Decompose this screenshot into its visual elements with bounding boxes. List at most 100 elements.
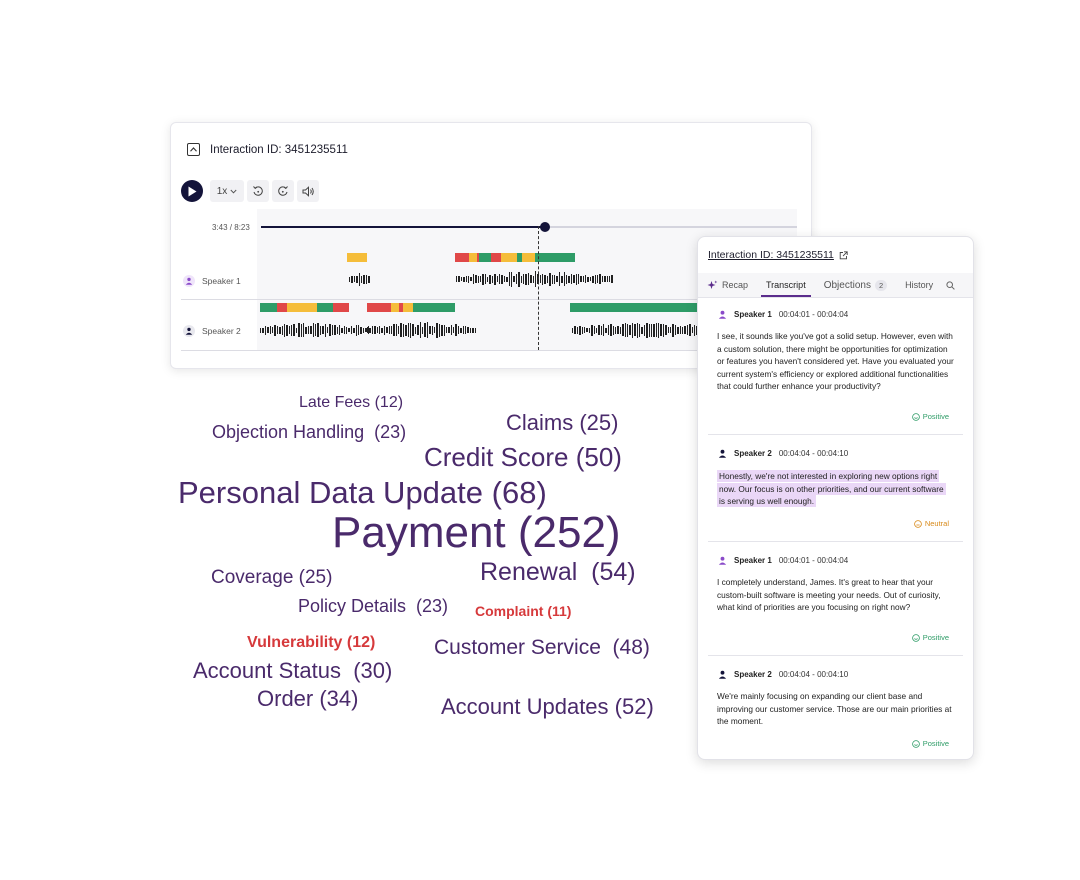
waveform-bar bbox=[334, 325, 336, 335]
sentiment-segment[interactable] bbox=[469, 253, 477, 262]
waveform-bar bbox=[371, 326, 374, 334]
sentiment-segment[interactable] bbox=[347, 253, 367, 262]
waveform-bar bbox=[279, 326, 281, 334]
sentiment-segment[interactable] bbox=[367, 303, 391, 312]
topic-word[interactable]: Objection Handling (23) bbox=[212, 423, 406, 441]
topic-word[interactable]: Coverage (25) bbox=[211, 568, 332, 587]
waveform-bar bbox=[365, 274, 368, 284]
waveform-bar bbox=[534, 271, 537, 287]
sentiment-indicator: Neutral bbox=[914, 519, 949, 528]
waveform-bar bbox=[360, 326, 362, 334]
collapse-button[interactable] bbox=[187, 143, 200, 156]
tab-objections[interactable]: Objections 2 bbox=[815, 273, 896, 297]
waveform-bar bbox=[457, 326, 460, 334]
sentiment-segment[interactable] bbox=[479, 253, 491, 262]
speaker-1-waveform bbox=[349, 271, 370, 287]
waveform-bar bbox=[583, 327, 586, 333]
waveform-bar bbox=[609, 276, 611, 282]
sentiment-segment[interactable] bbox=[413, 303, 455, 312]
waveform-bar bbox=[368, 275, 370, 283]
waveform-bar bbox=[549, 272, 551, 286]
forward-button[interactable] bbox=[272, 180, 294, 202]
topic-word-alert[interactable]: Vulnerability (12) bbox=[247, 635, 375, 651]
topic-word[interactable]: Payment (252) bbox=[332, 511, 621, 555]
waveform-bar bbox=[626, 323, 629, 337]
topic-word[interactable]: Account Updates (52) bbox=[441, 696, 654, 718]
sentiment-segment[interactable] bbox=[391, 303, 399, 312]
sentiment-segment[interactable] bbox=[491, 253, 501, 262]
panel-title: Interaction ID: 3451235511 bbox=[708, 249, 834, 261]
topic-word-alert[interactable]: Complaint (11) bbox=[475, 604, 571, 618]
waveform-bar bbox=[586, 328, 588, 332]
topic-word[interactable]: Late Fees (12) bbox=[299, 395, 403, 411]
waveform-bar bbox=[363, 274, 365, 284]
waveform-bar bbox=[619, 326, 622, 334]
sentiment-segment[interactable] bbox=[277, 303, 287, 312]
waveform-bar bbox=[362, 327, 365, 333]
waveform-bar bbox=[438, 323, 441, 337]
waveform-bar bbox=[353, 327, 355, 333]
play-button[interactable] bbox=[181, 180, 203, 202]
waveform-bar bbox=[436, 322, 438, 338]
tab-recap[interactable]: Recap bbox=[698, 273, 757, 297]
waveform-bar bbox=[319, 325, 322, 335]
volume-button[interactable] bbox=[297, 180, 319, 202]
message-speaker: Speaker 1 bbox=[734, 556, 772, 565]
waveform-bar bbox=[356, 275, 358, 283]
sentiment-segment[interactable] bbox=[333, 303, 349, 312]
panel-title-link[interactable]: Interaction ID: 3451235511 bbox=[708, 249, 848, 261]
topic-word[interactable]: Account Status (30) bbox=[193, 660, 392, 682]
topic-word[interactable]: Credit Score (50) bbox=[424, 444, 622, 470]
waveform-bar bbox=[681, 326, 684, 334]
sentiment-segment[interactable] bbox=[287, 303, 317, 312]
sentiment-segment[interactable] bbox=[455, 253, 469, 262]
sentiment-segment[interactable] bbox=[522, 253, 535, 262]
topic-word[interactable]: Policy Details (23) bbox=[298, 597, 448, 615]
waveform-bar bbox=[463, 276, 465, 282]
tab-history[interactable]: History bbox=[896, 273, 942, 297]
search-button[interactable] bbox=[942, 273, 959, 297]
sentiment-segment[interactable] bbox=[260, 303, 277, 312]
topic-word[interactable]: Claims (25) bbox=[506, 412, 618, 434]
waveform-bar bbox=[643, 324, 646, 336]
sentiment-segment[interactable] bbox=[317, 303, 333, 312]
waveform-bar bbox=[421, 326, 424, 334]
topic-word[interactable]: Renewal (54) bbox=[480, 560, 636, 585]
sentiment-segment[interactable] bbox=[501, 253, 517, 262]
waveform-bar bbox=[525, 273, 527, 285]
sentiment-segment[interactable] bbox=[570, 303, 698, 312]
waveform-bar bbox=[530, 275, 532, 283]
waveform-bar bbox=[670, 327, 672, 333]
progress-bar[interactable] bbox=[261, 222, 797, 232]
waveform-bar bbox=[378, 326, 381, 334]
waveform-bar bbox=[398, 326, 400, 334]
waveform-bar bbox=[462, 326, 465, 334]
waveform-bar bbox=[348, 328, 350, 332]
user-icon bbox=[185, 277, 193, 285]
waveform-bar bbox=[561, 275, 563, 283]
topic-word[interactable]: Customer Service (48) bbox=[434, 637, 650, 658]
waveform-bar bbox=[515, 274, 518, 284]
smile-icon bbox=[911, 739, 920, 748]
waveform-bar bbox=[556, 276, 558, 282]
waveform-bar bbox=[672, 323, 674, 337]
waveform-bar bbox=[455, 324, 457, 336]
waveform-bar bbox=[606, 276, 608, 282]
waveform-bar bbox=[506, 276, 508, 282]
neutral-face-icon bbox=[914, 519, 922, 528]
rewind-button[interactable] bbox=[247, 180, 269, 202]
sentiment-segment[interactable] bbox=[403, 303, 413, 312]
tab-transcript[interactable]: Transcript bbox=[757, 273, 815, 297]
waveform-bar bbox=[576, 326, 579, 334]
waveform-bar bbox=[634, 324, 636, 336]
speed-select[interactable]: 1x bbox=[210, 180, 244, 202]
waveform-bar bbox=[641, 326, 643, 334]
forward-icon bbox=[278, 186, 288, 196]
waveform-bar bbox=[484, 274, 487, 284]
waveform-bar bbox=[405, 324, 407, 336]
topic-word[interactable]: Order (34) bbox=[257, 688, 358, 710]
topic-word[interactable]: Personal Data Update (68) bbox=[178, 477, 547, 508]
sentiment-segment[interactable] bbox=[535, 253, 575, 262]
message-divider bbox=[708, 655, 963, 656]
waveform-bar bbox=[307, 326, 310, 334]
